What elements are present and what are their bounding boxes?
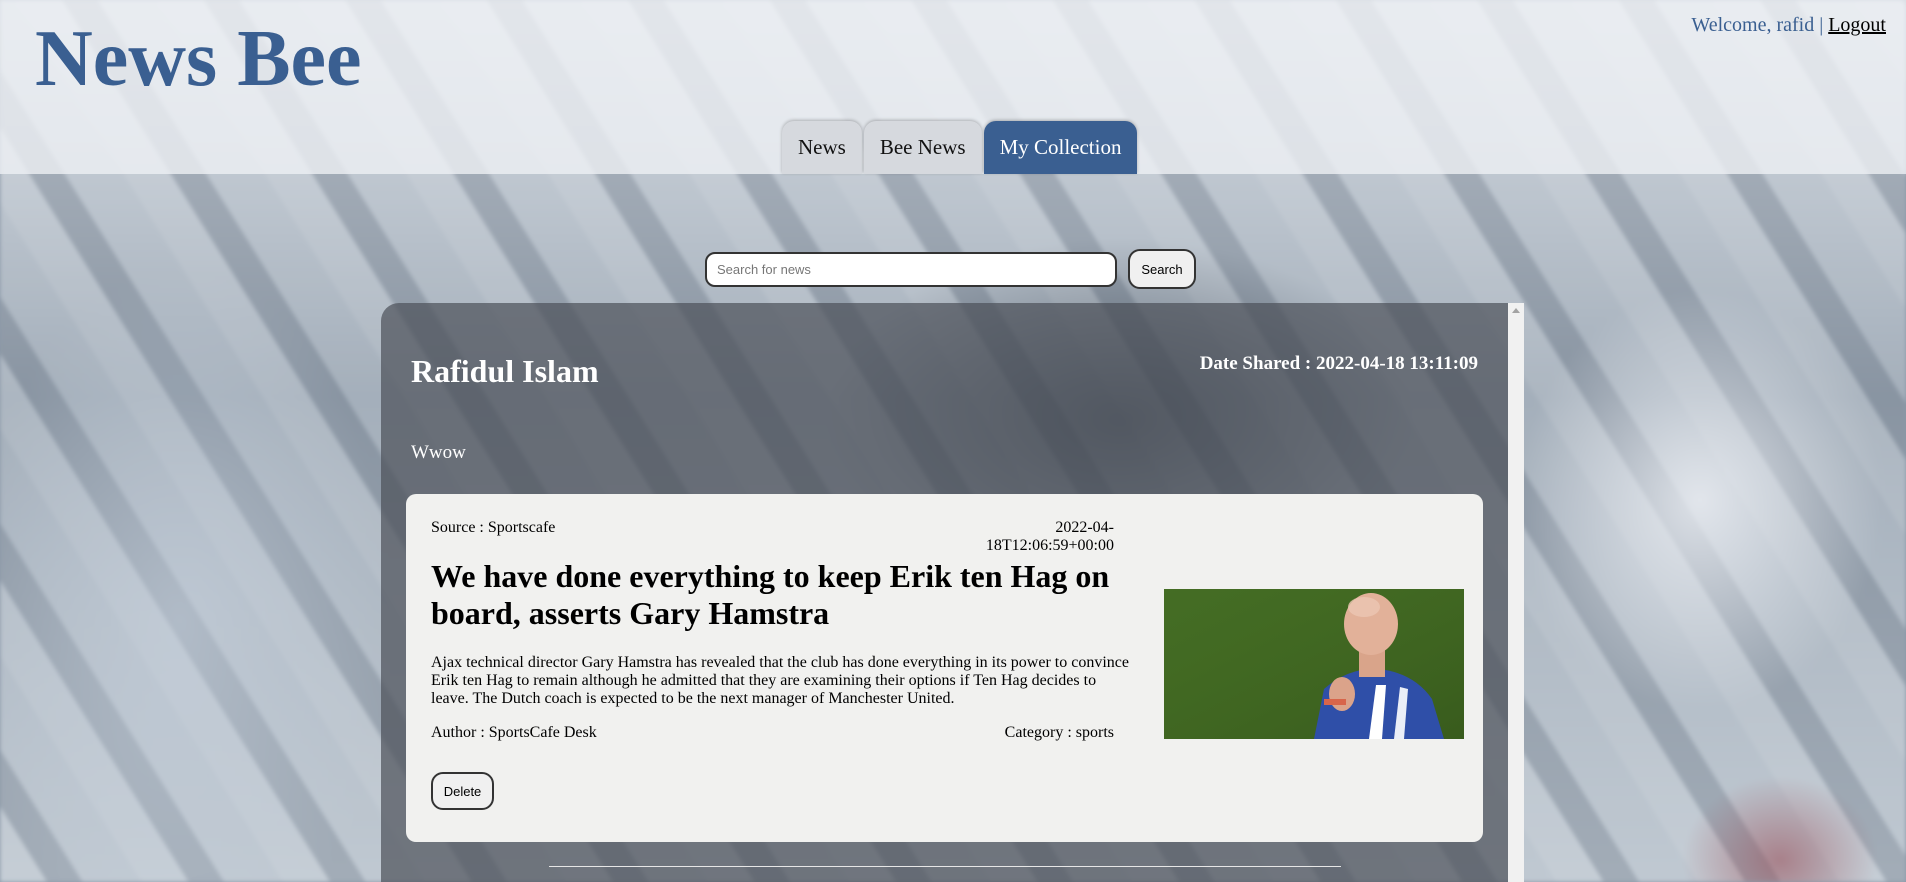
logout-link[interactable]: Logout bbox=[1828, 14, 1886, 36]
news-description: Ajax technical director Gary Hamstra has… bbox=[431, 654, 1129, 707]
news-author: Author : SportsCafe Desk bbox=[431, 724, 597, 741]
news-published-date: 2022-04-18T12:06:59+00:00 bbox=[985, 519, 1114, 554]
tab-my-collection[interactable]: My Collection bbox=[983, 121, 1138, 174]
news-headline[interactable]: We have done everything to keep Erik ten… bbox=[431, 558, 1131, 632]
search-bar: Search bbox=[705, 249, 1196, 289]
search-button[interactable]: Search bbox=[1128, 249, 1196, 289]
user-welcome: Welcome, rafid | Logout bbox=[1691, 14, 1886, 37]
delete-button[interactable]: Delete bbox=[431, 772, 494, 810]
tab-news[interactable]: News bbox=[782, 121, 862, 174]
tab-bee-news[interactable]: Bee News bbox=[863, 121, 982, 174]
separator: | bbox=[1819, 14, 1824, 36]
nav-tabs: News Bee News My Collection bbox=[782, 121, 1138, 174]
news-thumbnail bbox=[1164, 589, 1464, 739]
scroll-up-arrow-icon[interactable] bbox=[1512, 308, 1520, 313]
welcome-text: Welcome, rafid bbox=[1691, 14, 1815, 36]
thumbnail-photo-icon bbox=[1164, 589, 1464, 739]
header: News Bee Welcome, rafid | Logout News Be… bbox=[0, 0, 1906, 174]
shared-post: Rafidul Islam Date Shared : 2022-04-18 1… bbox=[381, 303, 1508, 882]
scrollbar[interactable] bbox=[1508, 303, 1524, 882]
post-comment: Wwow bbox=[411, 442, 466, 463]
site-logo: News Bee bbox=[35, 15, 362, 103]
date-shared: Date Shared : 2022-04-18 13:11:09 bbox=[1199, 353, 1478, 374]
post-divider bbox=[549, 866, 1341, 867]
shared-by-name: Rafidul Islam bbox=[411, 353, 599, 389]
search-input[interactable] bbox=[705, 251, 1117, 287]
news-source: Source : Sportscafe bbox=[431, 519, 556, 536]
news-card: Source : Sportscafe 2022-04-18T12:06:59+… bbox=[406, 494, 1483, 842]
news-category: Category : sports bbox=[1004, 724, 1114, 741]
